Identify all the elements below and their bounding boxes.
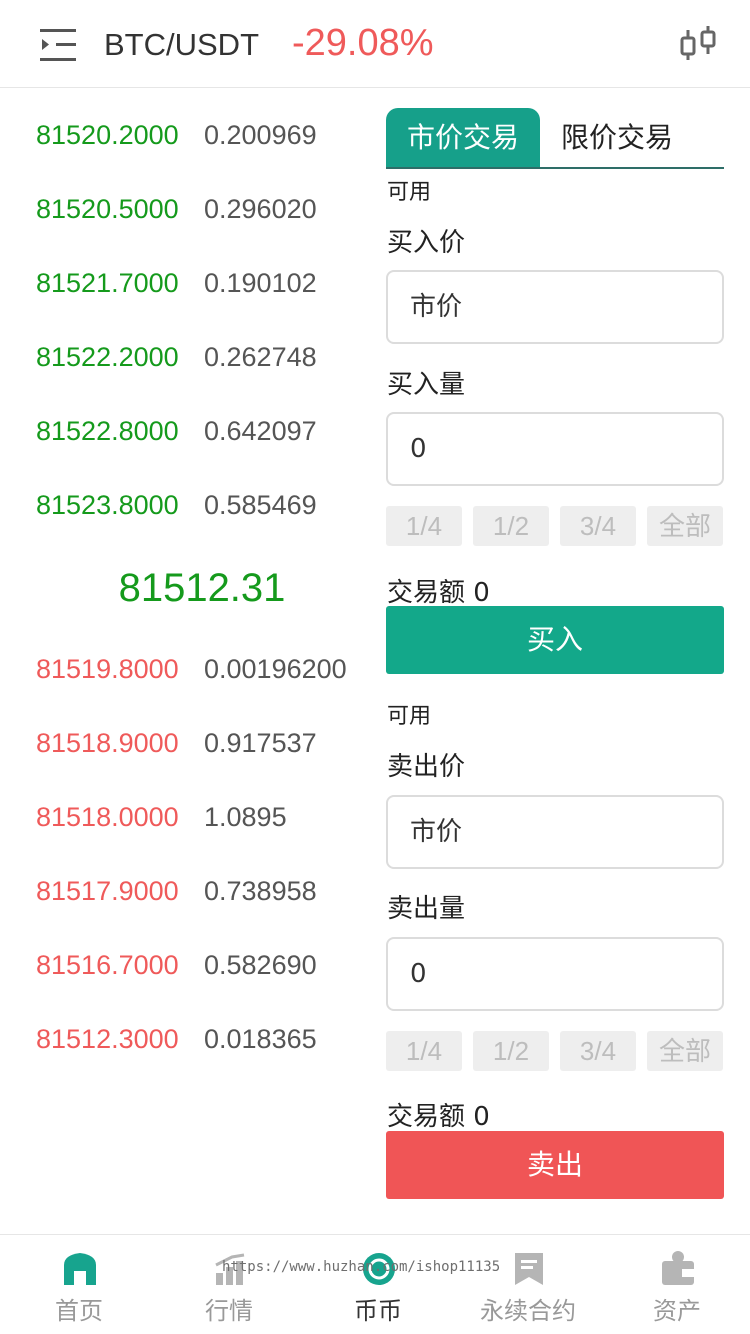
last-price: 81512.31: [118, 566, 286, 610]
bid-price: 81519.8000: [36, 654, 179, 684]
ask-row[interactable]: 81522.8000 0.642097: [36, 416, 366, 456]
buy-quantity-input[interactable]: 0: [386, 412, 724, 486]
bid-row[interactable]: 81512.3000 0.018365: [36, 1024, 366, 1064]
sell-all-button[interactable]: 全部: [647, 1031, 723, 1071]
bid-quantity: 1.0895: [204, 802, 287, 832]
sell-quantity-input[interactable]: 0: [386, 937, 724, 1011]
sell-available-label: 可用: [387, 704, 432, 729]
sell-button[interactable]: 卖出: [386, 1131, 724, 1199]
buy-button[interactable]: 买入: [386, 606, 724, 674]
price-change: -29.08%: [292, 22, 434, 64]
top-bar: BTC/USDT -29.08%: [0, 0, 750, 88]
buy-price-input[interactable]: 市价: [386, 270, 724, 344]
ask-row[interactable]: 81520.5000 0.296020: [36, 194, 366, 234]
bid-price: 81512.3000: [36, 1024, 179, 1054]
bid-row[interactable]: 81516.7000 0.582690: [36, 950, 366, 990]
menu-icon[interactable]: [40, 27, 78, 63]
contract-icon: [515, 1253, 543, 1285]
ask-price: 81520.5000: [36, 194, 179, 224]
buy-available-label: 可用: [387, 180, 432, 205]
ask-price: 81522.2000: [36, 342, 179, 372]
ask-quantity: 0.642097: [204, 416, 317, 446]
bid-quantity: 0.738958: [204, 876, 317, 906]
buy-trade-amount: 交易额 0: [387, 578, 490, 608]
wallet-icon: [662, 1251, 694, 1285]
ask-row[interactable]: 81523.8000 0.585469: [36, 490, 366, 530]
sell-quantity-label: 卖出量: [387, 894, 466, 924]
nav-label-coin: 币币: [354, 1297, 402, 1325]
bid-row[interactable]: 81519.8000 0.00196200: [36, 654, 366, 694]
buy-quantity-label: 买入量: [387, 370, 466, 400]
bid-quantity: 0.00196200: [204, 654, 347, 684]
candlestick-chart-icon[interactable]: [678, 24, 720, 64]
bid-quantity: 0.917537: [204, 728, 317, 758]
nav-item-coin[interactable]: 币币: [303, 1235, 453, 1334]
nav-item-contract[interactable]: 永续合约: [453, 1235, 603, 1334]
tab-limit-order[interactable]: 限价交易: [540, 108, 694, 167]
ask-quantity: 0.200969: [204, 120, 317, 150]
buy-three-quarter-button[interactable]: 3/4: [560, 506, 636, 546]
ask-row[interactable]: 81520.2000 0.200969: [36, 120, 366, 160]
nav-item-home[interactable]: 首页: [4, 1235, 154, 1334]
ask-row[interactable]: 81522.2000 0.262748: [36, 342, 366, 382]
bid-row[interactable]: 81517.9000 0.738958: [36, 876, 366, 916]
home-icon: [64, 1253, 96, 1285]
nav-item-market[interactable]: 行情: [154, 1235, 304, 1334]
ask-price: 81521.7000: [36, 268, 179, 298]
bid-quantity: 0.018365: [204, 1024, 317, 1054]
sell-price-input[interactable]: 市价: [386, 795, 724, 869]
nav-label-home: 首页: [55, 1297, 103, 1325]
bid-price: 81518.0000: [36, 802, 179, 832]
bid-quantity: 0.582690: [204, 950, 317, 980]
nav-label-market: 行情: [205, 1297, 253, 1325]
watermark-text: https://www.huzhan.com/ishop11135: [222, 1259, 501, 1275]
bottom-navigation: 首页 行情 币币 永续合约 资产 https://www.huzhan.com/…: [0, 1234, 750, 1334]
nav-label-assets: 资产: [653, 1297, 701, 1325]
ask-quantity: 0.262748: [204, 342, 317, 372]
bid-price: 81517.9000: [36, 876, 179, 906]
sell-half-button[interactable]: 1/2: [473, 1031, 549, 1071]
ask-price: 81523.8000: [36, 490, 179, 520]
nav-item-assets[interactable]: 资产: [602, 1235, 750, 1334]
buy-half-button[interactable]: 1/2: [473, 506, 549, 546]
ask-row[interactable]: 81521.7000 0.190102: [36, 268, 366, 308]
ask-quantity: 0.585469: [204, 490, 317, 520]
pair-title[interactable]: BTC/USDT: [104, 27, 259, 63]
bid-price: 81518.9000: [36, 728, 179, 758]
ask-quantity: 0.190102: [204, 268, 317, 298]
bid-row[interactable]: 81518.9000 0.917537: [36, 728, 366, 768]
bid-row[interactable]: 81518.0000 1.0895: [36, 802, 366, 842]
sell-three-quarter-button[interactable]: 3/4: [560, 1031, 636, 1071]
sell-trade-amount: 交易额 0: [387, 1102, 490, 1132]
bid-price: 81516.7000: [36, 950, 179, 980]
buy-price-label: 买入价: [387, 228, 466, 258]
ask-price: 81522.8000: [36, 416, 179, 446]
buy-quarter-button[interactable]: 1/4: [386, 506, 462, 546]
buy-all-button[interactable]: 全部: [647, 506, 723, 546]
nav-label-contract: 永续合约: [480, 1297, 576, 1325]
ask-quantity: 0.296020: [204, 194, 317, 224]
trade-type-tabs: 市价交易 限价交易: [386, 108, 724, 169]
tab-market-order[interactable]: 市价交易: [386, 108, 540, 167]
sell-price-label: 卖出价: [387, 752, 466, 782]
sell-quarter-button[interactable]: 1/4: [386, 1031, 462, 1071]
ask-price: 81520.2000: [36, 120, 179, 150]
